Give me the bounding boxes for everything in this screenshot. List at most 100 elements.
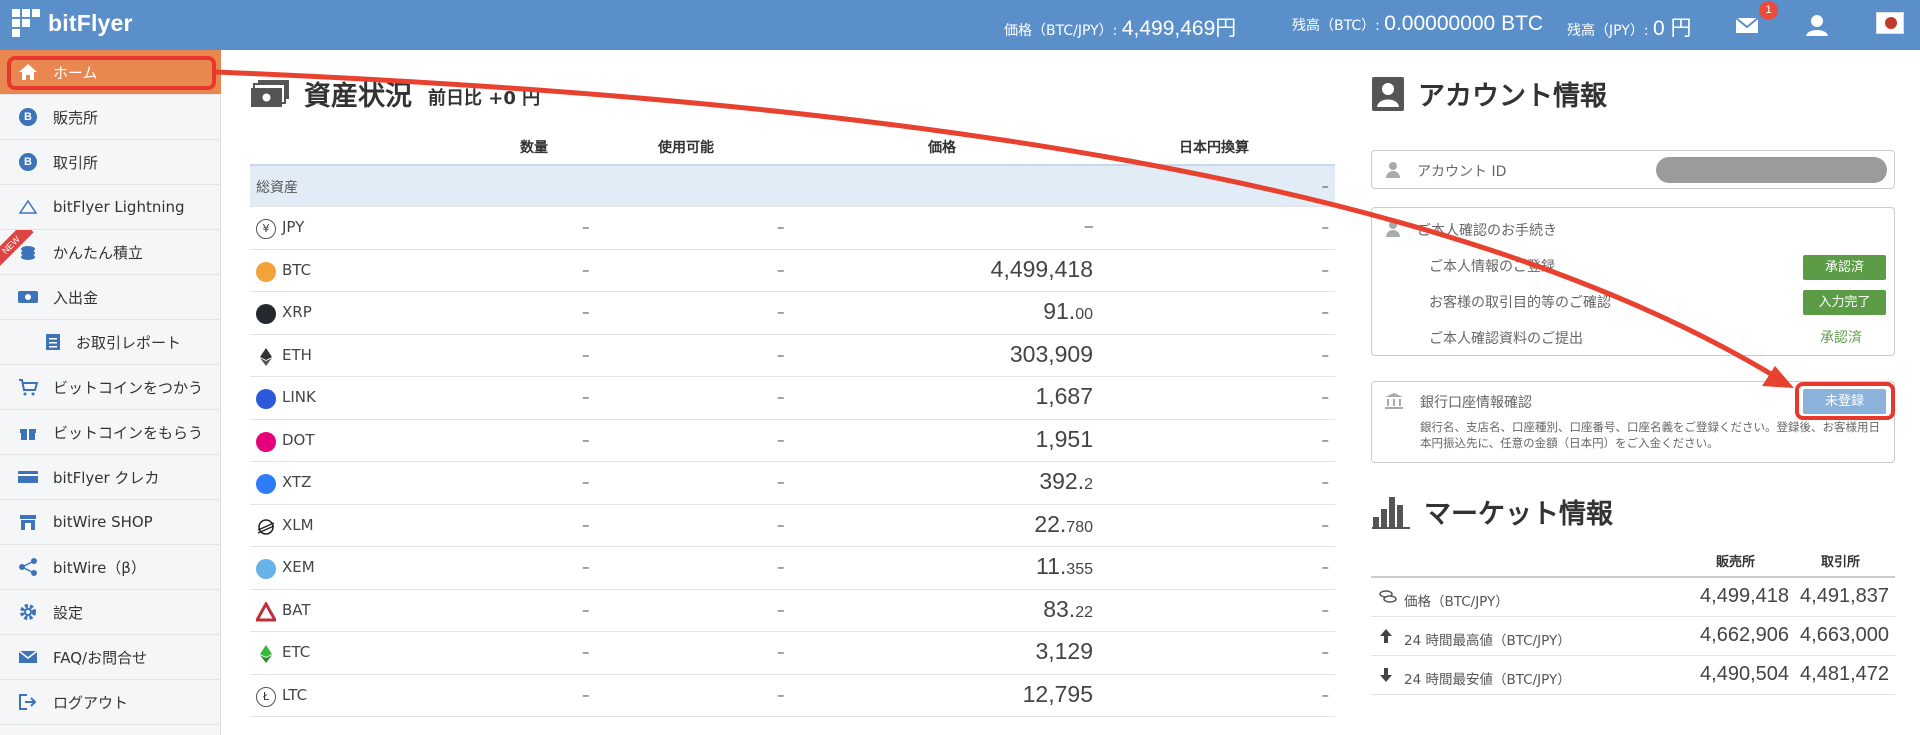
user-icon[interactable]: [1804, 13, 1830, 37]
asset-quantity: –: [582, 345, 590, 364]
arrow-up-icon: [1379, 628, 1393, 648]
dot-coin-icon: [256, 431, 276, 452]
market-title: マーケット情報: [1424, 499, 1613, 530]
top-bar: bitFlyer 価格（BTC/JPY）: 4,499,469円 残高（BTC）…: [0, 0, 1920, 50]
gear-icon: [17, 602, 39, 622]
header-price-value: 4,499,469円: [1121, 17, 1237, 40]
asset-available: –: [777, 600, 785, 619]
account-section-title: アカウント情報: [1372, 74, 1607, 113]
header-price: 価格（BTC/JPY）: 4,499,469円: [1004, 12, 1236, 42]
asset-row-dot: DOT – – 1,951 –: [250, 420, 1335, 462]
asset-quantity: –: [582, 473, 590, 491]
asset-row-xtz: XTZ – – 392.2 –: [250, 462, 1335, 505]
asset-quantity: –: [582, 388, 590, 406]
person-icon: [1385, 162, 1401, 178]
asset-available: –: [777, 218, 785, 236]
identity-status-badge: 承認済: [1803, 255, 1886, 280]
asset-price: 1,687: [1035, 383, 1093, 409]
gift-icon: [17, 422, 39, 442]
shop-icon: [17, 512, 39, 532]
sidebar-item-deposit[interactable]: 入出金: [0, 275, 221, 320]
column-header-jpy: 日本円換算: [1179, 140, 1249, 156]
sidebar: ホーム B 販売所 B 取引所 bitFlyer Lightning NEW か…: [0, 50, 221, 735]
asset-row-link: LINK – – 1,687 –: [250, 377, 1335, 420]
asset-quantity: –: [582, 260, 590, 279]
asset-quantity: –: [582, 303, 590, 321]
bank-title: 銀行口座情報確認: [1420, 395, 1532, 411]
asset-jpy-value: –: [1321, 218, 1330, 236]
sidebar-item-faq[interactable]: FAQ/お問合せ: [0, 635, 221, 680]
asset-jpy-value: –: [1321, 303, 1330, 321]
eth-coin-icon: [256, 347, 276, 367]
asset-quantity: –: [582, 643, 590, 661]
sidebar-item-label: bitWire（β）: [53, 558, 146, 577]
sidebar-item-label: FAQ/お問合せ: [53, 648, 148, 667]
coin-stack-icon: [17, 242, 39, 262]
sidebar-item-label: ログアウト: [53, 693, 129, 712]
market-row: 24 時間最安値（BTC/JPY） 4,490,504 4,481,472: [1371, 656, 1895, 695]
asset-jpy-value: –: [1321, 473, 1330, 491]
sidebar-item-settings[interactable]: 設定: [0, 590, 221, 635]
asset-symbol: JPY: [282, 218, 305, 236]
asset-symbol: ETC: [282, 643, 311, 661]
sidebar-item-use-bitcoin[interactable]: ビットコインをつかう: [0, 365, 221, 410]
sidebar-item-label: 設定: [53, 603, 84, 622]
market-row-label: 24 時間最高値（BTC/JPY）: [1404, 633, 1571, 649]
identity-status-badge: 入力完了: [1803, 290, 1886, 315]
account-card-icon: [1372, 76, 1404, 111]
column-header-price: 価格: [928, 140, 956, 156]
asset-row-btc: BTC – – 4,499,418 –: [250, 250, 1335, 292]
notification-badge: 1: [1759, 1, 1778, 20]
asset-row-ltc: Ł LTC – – 12,795 –: [250, 675, 1335, 717]
identity-title: ご本人確認のお手続き: [1417, 223, 1557, 239]
header-balance-btc-value: 0.00000000 BTC: [1384, 12, 1544, 35]
logout-icon: [17, 692, 39, 712]
total-assets-value: –: [1321, 177, 1330, 195]
btc-coin-icon: [256, 261, 276, 282]
asset-symbol: XRP: [282, 303, 312, 321]
jpy-coin-icon: ¥: [256, 219, 276, 239]
coins-icon: [1379, 589, 1397, 609]
asset-symbol: LTC: [282, 685, 308, 704]
asset-price: 91.00: [1043, 298, 1093, 324]
sidebar-item-bitwire[interactable]: bitWire（β）: [0, 545, 221, 590]
header-balance-jpy-value: 0 円: [1653, 17, 1692, 40]
account-id-value-masked: [1656, 157, 1887, 183]
identity-verification-box: ご本人確認のお手続き ご本人情報のご登録 お客様の取引目的等のご確認 ご本人確認…: [1371, 207, 1895, 356]
sidebar-item-exchange[interactable]: B 取引所: [0, 140, 221, 185]
mail-icon[interactable]: [1734, 13, 1760, 37]
report-icon: [42, 332, 64, 352]
total-assets-label: 総資産: [256, 180, 298, 196]
asset-symbol: XLM: [282, 515, 314, 534]
logo[interactable]: bitFlyer: [12, 9, 133, 37]
sidebar-item-label: bitFlyer Lightning: [53, 198, 185, 216]
xem-coin-icon: [256, 559, 276, 579]
asset-available: –: [777, 685, 785, 704]
asset-price: 12,795: [1022, 680, 1093, 707]
account-title: アカウント情報: [1418, 81, 1607, 112]
sidebar-item-lightning[interactable]: bitFlyer Lightning: [0, 185, 221, 230]
asset-row-jpy: ¥ JPY – – – –: [250, 207, 1335, 250]
asset-price: 11.355: [1036, 553, 1093, 579]
asset-symbol: LINK: [282, 388, 316, 406]
bitflyer-logo-icon: [12, 9, 40, 37]
asset-symbol: ETH: [282, 345, 312, 364]
asset-price: 4,499,418: [990, 255, 1093, 282]
asset-row-xlm: XLM – – 22.780 –: [250, 505, 1335, 547]
sidebar-item-get-bitcoin[interactable]: ビットコインをもらう: [0, 410, 221, 455]
sidebar-item-bitwire-shop[interactable]: bitWire SHOP: [0, 500, 221, 545]
sidebar-item-credit-card[interactable]: bitFlyer クレカ: [0, 455, 221, 500]
market-row-label: 価格（BTC/JPY）: [1404, 594, 1509, 610]
sidebar-item-logout[interactable]: ログアウト: [0, 680, 221, 725]
asset-jpy-value: –: [1321, 643, 1330, 661]
sidebar-item-label: ビットコインをつかう: [53, 378, 204, 397]
sidebar-item-easy-savings[interactable]: NEW かんたん積立: [0, 230, 221, 275]
logo-text: bitFlyer: [48, 9, 133, 36]
sidebar-item-report[interactable]: お取引レポート: [0, 320, 221, 365]
japan-flag-icon[interactable]: [1876, 12, 1904, 34]
bank-icon: [1385, 393, 1403, 409]
sidebar-item-sales[interactable]: B 販売所: [0, 95, 221, 140]
asset-available: –: [777, 558, 785, 576]
asset-jpy-value: –: [1321, 558, 1330, 576]
asset-available: –: [777, 303, 785, 321]
